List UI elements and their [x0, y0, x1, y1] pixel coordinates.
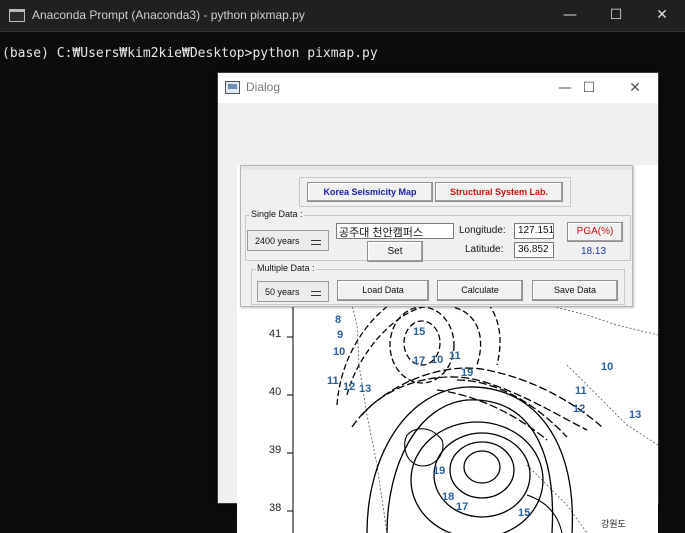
contour-number: 15 [518, 507, 531, 519]
load-data-label: Load Data [362, 285, 404, 295]
latitude-label-39: 39 [269, 444, 282, 456]
structural-system-lab-button[interactable]: Structural System Lab. [435, 182, 563, 202]
contour-number: 19 [461, 367, 474, 379]
set-button[interactable]: Set [367, 241, 423, 262]
dialog-close-button[interactable]: ✕ [612, 73, 658, 103]
contour-number: 17 [456, 501, 469, 513]
latitude-label-41: 41 [269, 328, 282, 340]
latitude-input[interactable]: 36.852 [514, 242, 554, 258]
contour-number: 18 [442, 491, 455, 503]
multi-years-select[interactable]: 50 years [257, 281, 329, 302]
multiple-data-label: Multiple Data : [256, 263, 316, 273]
panel-title-strip [241, 166, 632, 170]
site-name-input[interactable]: 공주대 천안캠퍼스 [336, 223, 454, 239]
console-minimize-button[interactable]: — [547, 0, 593, 31]
contour-number: 10 [431, 354, 444, 366]
dialog-app-icon [225, 81, 240, 94]
console-titlebar: Anaconda Prompt (Anaconda3) - python pix… [0, 0, 685, 31]
set-button-label: Set [387, 246, 403, 257]
dialog-maximize-button[interactable]: ☐ [566, 73, 612, 103]
contour-number: 9 [337, 329, 344, 341]
console-command-line: (base) C:₩Users₩kim2kie₩Desktop>python p… [2, 46, 378, 61]
dialog-window[interactable]: Dialog — ☐ ✕ 41 40 39 38 8 9 10 11 12 13… [217, 72, 659, 533]
console-title: Anaconda Prompt (Anaconda3) - python pix… [32, 8, 305, 22]
pga-value: 18.13 [581, 246, 607, 257]
multi-years-select-value: 50 years [265, 287, 300, 297]
longitude-input[interactable]: 127.151 [514, 223, 554, 239]
dialog-client-area: 41 40 39 38 8 9 10 11 12 13 15 10 11 17 … [218, 103, 658, 533]
console-divider [0, 31, 685, 32]
place-label: 강원도 [601, 519, 626, 529]
latitude-label-38: 38 [269, 502, 282, 514]
dropdown-icon [311, 291, 321, 296]
contour-number: 12 [573, 403, 586, 415]
calculate-button[interactable]: Calculate [437, 280, 523, 301]
contour-number: 11 [449, 350, 461, 362]
console-close-button[interactable]: ✕ [639, 0, 685, 31]
dropdown-icon [311, 240, 321, 245]
dialog-titlebar[interactable]: Dialog — ☐ ✕ [218, 73, 658, 103]
console-maximize-button[interactable]: ☐ [593, 0, 639, 31]
pga-button[interactable]: PGA(%) [567, 222, 623, 242]
contour-number: 17 [413, 355, 426, 367]
contour-number: 11 [575, 385, 587, 397]
load-data-button[interactable]: Load Data [337, 280, 429, 301]
dialog-title: Dialog [246, 80, 281, 94]
contour-number: 10 [601, 361, 614, 373]
control-panel: Korea Seismicity Map Structural System L… [240, 165, 633, 307]
longitude-label: Longitude: [459, 225, 506, 236]
korea-seismicity-map-button[interactable]: Korea Seismicity Map [307, 182, 433, 202]
contour-number: 13 [629, 409, 642, 421]
single-data-label: Single Data : [250, 209, 304, 219]
latitude-label-40: 40 [269, 386, 282, 398]
years-select[interactable]: 2400 years [247, 230, 329, 251]
korea-seismicity-map-label: Korea Seismicity Map [323, 187, 417, 197]
years-select-value: 2400 years [255, 236, 300, 246]
contour-number: 11 [327, 375, 339, 387]
pga-button-label: PGA(%) [576, 226, 614, 237]
save-data-label: Save Data [553, 285, 597, 295]
contour-number: 15 [413, 326, 426, 338]
contour-number: 13 [359, 383, 372, 395]
save-data-button[interactable]: Save Data [532, 280, 618, 301]
contour-number: 19 [433, 465, 446, 477]
console-app-icon [9, 9, 25, 22]
calculate-label: Calculate [461, 285, 499, 295]
latitude-label: Latitude: [465, 244, 504, 255]
contour-number: 10 [333, 346, 346, 358]
contour-number: 8 [335, 314, 342, 326]
contour-number: 12 [343, 381, 356, 393]
structural-system-lab-label: Structural System Lab. [449, 187, 549, 197]
